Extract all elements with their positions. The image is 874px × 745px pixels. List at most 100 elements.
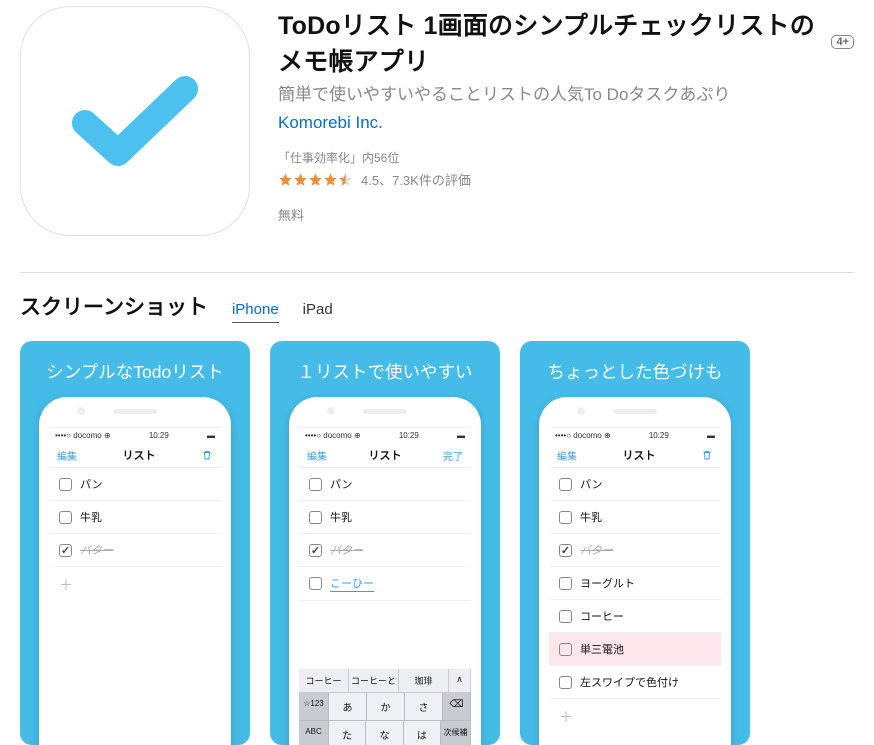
screenshot-caption: シンプルなTodoリスト (20, 341, 250, 384)
todo-item[interactable]: バター (549, 534, 721, 567)
nav-edit-button[interactable]: 編集 (307, 448, 327, 463)
nav-bar: 編集 リスト (49, 443, 221, 468)
checkbox-icon[interactable] (559, 478, 572, 491)
screenshot[interactable]: ちょっとした色づけも ••••○ docomo ⊕10:29▬ 編集 リスト パ… (520, 341, 750, 745)
nav-title: リスト (369, 447, 402, 463)
checkbox-icon[interactable] (309, 478, 322, 491)
kb-suggestion[interactable]: 珈琲 (399, 669, 449, 692)
status-bar: ••••○ docomo ⊕10:29▬ (299, 428, 471, 443)
phone-mockup: ••••○ docomo ⊕10:29▬ 編集 リスト パン 牛乳 バター ＋ (39, 397, 231, 745)
screenshot-caption: ちょっとした色づけも (520, 341, 750, 384)
kb-key[interactable]: あ (329, 693, 367, 721)
kb-key[interactable]: ⌫ (443, 693, 471, 721)
todo-text: ヨーグルト (580, 575, 635, 591)
phone-mockup: ••••○ docomo ⊕10:29▬ 編集 リスト パン 牛乳 バター ヨー… (539, 397, 731, 745)
tab-ipad[interactable]: iPad (303, 301, 333, 323)
add-item-button[interactable]: ＋ (549, 699, 721, 735)
screenshots-row: シンプルなTodoリスト ••••○ docomo ⊕10:29▬ 編集 リスト… (20, 341, 854, 745)
trash-icon[interactable] (701, 449, 713, 461)
todo-item[interactable]: ヨーグルト (549, 567, 721, 600)
nav-bar: 編集 リスト 完了 (299, 443, 471, 468)
tab-iphone[interactable]: iPhone (232, 301, 279, 323)
kb-key[interactable]: た (329, 721, 366, 745)
kb-suggestion[interactable]: コーヒー (299, 669, 349, 692)
todo-text: 牛乳 (80, 509, 102, 525)
star-rating (278, 172, 353, 187)
todo-item[interactable]: コーヒー (549, 600, 721, 633)
todo-text: 単三電池 (580, 641, 624, 657)
checkbox-icon[interactable] (559, 610, 572, 623)
nav-title: リスト (623, 447, 656, 463)
todo-text: 牛乳 (580, 509, 602, 525)
app-subtitle: 簡単で使いやすいやることリストの人気To Doタスクあぷり (278, 80, 854, 105)
keyboard: コーヒーコーヒーと珈琲∧☆123あかさ⌫ABCたなは次候補あいうまやら (299, 669, 471, 745)
nav-edit-button[interactable]: 編集 (57, 448, 77, 463)
kb-key[interactable]: 次候補 (441, 721, 471, 745)
checkbox-icon[interactable] (559, 577, 572, 590)
todo-item[interactable]: 牛乳 (49, 501, 221, 534)
kb-key[interactable]: ABC (299, 721, 329, 745)
checkbox-icon[interactable] (309, 544, 322, 557)
todo-text: パン (580, 476, 603, 492)
nav-title: リスト (123, 447, 156, 463)
status-bar: ••••○ docomo ⊕10:29▬ (49, 428, 221, 443)
todo-item[interactable]: 牛乳 (299, 501, 471, 534)
divider (20, 272, 854, 273)
rating-row: 4.5、7.3K件の評価 (278, 170, 854, 189)
checkbox-icon[interactable] (559, 544, 572, 557)
rating-text: 4.5、7.3K件の評価 (361, 170, 471, 189)
screenshot[interactable]: シンプルなTodoリスト ••••○ docomo ⊕10:29▬ 編集 リスト… (20, 341, 250, 745)
checkbox-icon[interactable] (59, 544, 72, 557)
kb-suggestion[interactable]: コーヒーと (349, 669, 399, 692)
nav-edit-button[interactable]: 編集 (557, 448, 577, 463)
device-tabs: iPhone iPad (232, 301, 333, 323)
app-icon (20, 6, 250, 236)
checkbox-icon[interactable] (59, 511, 72, 524)
kb-key[interactable]: は (404, 721, 441, 745)
todo-item[interactable]: パン (549, 468, 721, 501)
todo-item[interactable]: 単三電池 (549, 633, 721, 666)
nav-done-button[interactable]: 完了 (443, 448, 463, 463)
todo-text: コーヒー (580, 608, 624, 624)
todo-item[interactable]: こーひー (299, 567, 471, 601)
todo-text: 牛乳 (330, 509, 352, 525)
todo-item[interactable]: パン (49, 468, 221, 501)
checkbox-icon[interactable] (309, 511, 322, 524)
screenshot[interactable]: １リストで使いやすい ••••○ docomo ⊕10:29▬ 編集 リスト 完… (270, 341, 500, 745)
checkbox-icon[interactable] (559, 511, 572, 524)
todo-text: 左スワイプで色付け (580, 674, 679, 690)
todo-text: こーひー (330, 575, 374, 592)
todo-text: バター (580, 542, 613, 558)
todo-item[interactable]: バター (49, 534, 221, 567)
price-label: 無料 (278, 205, 854, 224)
developer-link[interactable]: Komorebi Inc. (278, 113, 854, 133)
kb-key[interactable]: な (366, 721, 403, 745)
nav-bar: 編集 リスト (549, 443, 721, 468)
kb-key[interactable]: か (367, 693, 405, 721)
todo-item[interactable]: 左スワイプで色付け (549, 666, 721, 699)
todo-text: パン (80, 476, 103, 492)
age-badge: 4+ (831, 35, 854, 49)
status-bar: ••••○ docomo ⊕10:29▬ (549, 428, 721, 443)
todo-text: バター (80, 542, 113, 558)
todo-item[interactable]: パン (299, 468, 471, 501)
todo-item[interactable]: 牛乳 (549, 501, 721, 534)
todo-item[interactable]: バター (299, 534, 471, 567)
screenshot-caption: １リストで使いやすい (270, 341, 500, 384)
trash-icon[interactable] (201, 449, 213, 461)
checkbox-icon[interactable] (559, 676, 572, 689)
checkbox-icon[interactable] (559, 643, 572, 656)
checkmark-icon (70, 71, 200, 171)
phone-mockup: ••••○ docomo ⊕10:29▬ 編集 リスト 完了 パン 牛乳 バター… (289, 397, 481, 745)
todo-text: バター (330, 542, 363, 558)
screenshots-heading: スクリーンショット (20, 291, 208, 321)
kb-key[interactable]: ☆123 (299, 693, 329, 721)
todo-text: パン (330, 476, 353, 492)
app-title: ToDoリスト 1画面のシンプルチェックリストのメモ帳アプリ (278, 6, 821, 78)
kb-key[interactable]: さ (405, 693, 443, 721)
kb-suggestion[interactable]: ∧ (449, 669, 471, 692)
add-item-button[interactable]: ＋ (49, 567, 221, 603)
checkbox-icon[interactable] (59, 478, 72, 491)
category-rank: 「仕事効率化」内56位 (278, 149, 854, 166)
checkbox-icon[interactable] (309, 577, 322, 590)
